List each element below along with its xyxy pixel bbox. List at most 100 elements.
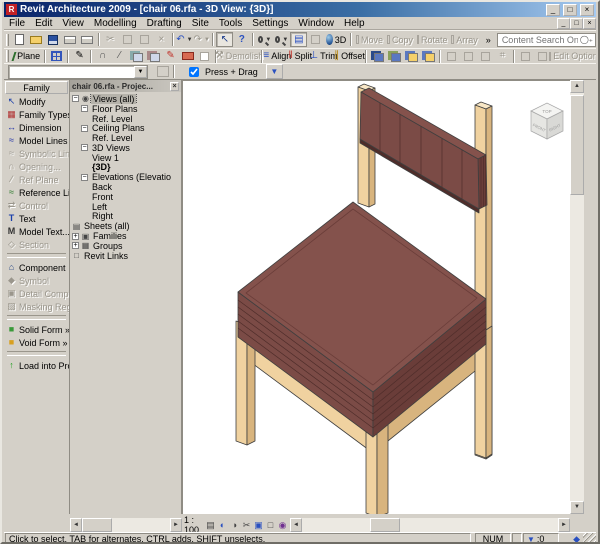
tree-item-families[interactable]: + ▣ Families (72, 231, 181, 241)
scroll-up-icon[interactable]: ▲ (570, 80, 584, 93)
linework-button[interactable] (179, 49, 196, 63)
family-item-modify[interactable]: ↖ Modify (4, 95, 69, 108)
collapse-icon[interactable]: − (81, 124, 88, 132)
family-item-family-types[interactable]: ▦Family Types... (4, 108, 69, 121)
tree-item-ref-level[interactable]: Ref. Level (90, 133, 181, 143)
offset-button[interactable]: ∥ Offset (334, 49, 365, 63)
work-plane-button[interactable]: Plane (11, 49, 42, 63)
grid-button[interactable] (48, 49, 65, 63)
tree-item-left[interactable]: Left (90, 202, 181, 212)
maximize-button[interactable]: □ (563, 3, 577, 16)
vertical-scroll-thumb[interactable] (570, 95, 584, 195)
tree-item-groups[interactable]: + ▦ Groups (72, 241, 181, 251)
align-button[interactable]: ≡ Align (263, 49, 291, 63)
family-item-void-form[interactable]: ■ Void Form » (4, 336, 69, 349)
cut-geometry-button[interactable] (128, 49, 145, 63)
tree-item-front[interactable]: Front (90, 192, 181, 202)
type-selector[interactable]: ▼ (8, 64, 148, 79)
scroll-down-icon[interactable]: ▼ (570, 501, 584, 514)
detail-level-icon[interactable]: ▤ (205, 519, 216, 531)
menu-modelling[interactable]: Modelling (89, 17, 142, 30)
crop-region-icon[interactable]: ✂ (241, 519, 252, 531)
family-item-component[interactable]: ⌂ Component (4, 261, 69, 274)
doc-restore-button[interactable]: □ (570, 17, 583, 29)
browser-scroll-thumb[interactable] (82, 518, 112, 532)
doc-close-button[interactable]: × (583, 17, 596, 29)
menu-drafting[interactable]: Drafting (142, 17, 187, 30)
tree-item-right[interactable]: Right (90, 212, 181, 222)
help-button[interactable]: ? (233, 32, 250, 47)
new-button[interactable] (11, 32, 28, 47)
tree-item-3d[interactable]: {3D} (90, 163, 181, 173)
group-load-button[interactable] (403, 49, 420, 63)
tree-item-back[interactable]: Back (90, 182, 181, 192)
collapse-icon[interactable]: − (81, 144, 88, 152)
show-hidden-button[interactable] (196, 49, 213, 63)
minimize-button[interactable]: _ (546, 3, 560, 16)
edit-group-button[interactable] (386, 49, 403, 63)
vertical-scrollbar[interactable]: ▲ ▼ (570, 80, 584, 514)
print-button[interactable] (62, 32, 79, 47)
trim-button[interactable]: ⊥ Trim (309, 49, 337, 63)
print-preview-button[interactable] (79, 32, 96, 47)
zoom-button[interactable]: ▼ (273, 32, 290, 47)
modify-toggle-button[interactable]: ↖ (216, 32, 234, 47)
family-item-reference-line[interactable]: ≈ Reference Line (4, 186, 69, 199)
project-browser-toggle[interactable]: ▤ (290, 32, 308, 47)
split-button[interactable]: ‖ Split (289, 49, 313, 63)
press-drag-checkbox[interactable] (189, 66, 199, 77)
menu-file[interactable]: File (4, 17, 30, 30)
tree-item-ceiling-plans[interactable]: − Ceiling Plans (81, 123, 181, 133)
scroll-left-icon[interactable]: ◄ (70, 518, 82, 532)
selection-filter[interactable]: ▼ :0 (523, 533, 559, 542)
close-icon[interactable]: × (170, 81, 179, 91)
worksets-button[interactable] (307, 32, 324, 47)
resize-grip[interactable] (583, 533, 596, 542)
undo-button[interactable]: ↶ ▼ (176, 32, 193, 47)
menu-edit[interactable]: Edit (30, 17, 57, 30)
toolbar-grip[interactable] (6, 33, 9, 46)
menu-view[interactable]: View (57, 17, 89, 30)
family-item-solid-form[interactable]: ■ Solid Form » (4, 323, 69, 336)
collapse-icon[interactable]: − (72, 95, 79, 103)
temporary-hide-icon[interactable]: □ (265, 519, 276, 531)
save-button[interactable] (45, 32, 62, 47)
tree-item-elevations-elevatio[interactable]: − Elevations (Elevatio (81, 172, 181, 182)
viewcube-top-label[interactable]: TOP (542, 109, 551, 114)
family-item-model-text[interactable]: M Model Text... (4, 225, 69, 238)
filter-button[interactable]: ▼ (265, 64, 283, 79)
group-save-button[interactable] (420, 49, 437, 63)
collapse-icon[interactable]: − (81, 105, 88, 113)
scroll-left-icon[interactable]: ◄ (290, 518, 302, 532)
create-group-button[interactable] (369, 49, 386, 63)
zoom-region-button[interactable]: ▼ (256, 32, 273, 47)
menu-window[interactable]: Window (293, 17, 339, 30)
family-item-model-lines[interactable]: ≈ Model Lines (4, 134, 69, 147)
expand-icon[interactable]: + (72, 232, 79, 240)
match-type-button[interactable]: ⁄ (111, 49, 128, 63)
tree-item-ref-level[interactable]: Ref. Level (90, 114, 181, 124)
menu-tools[interactable]: Tools (214, 17, 247, 30)
close-button[interactable]: × (580, 3, 594, 16)
drawing-area[interactable]: TOP FRONT RIGHT (182, 80, 570, 514)
family-panel-header[interactable]: Family (5, 81, 68, 94)
family-item-text[interactable]: T Text (4, 212, 69, 225)
family-item-dimension[interactable]: ↔ Dimension (4, 121, 69, 134)
chevron-down-icon[interactable]: ▼ (134, 65, 147, 78)
family-item-load-into-proje[interactable]: ↑ Load into Proje (4, 359, 69, 372)
sketch-button[interactable]: ✎ (71, 49, 88, 63)
model-graphics-style-icon[interactable]: ◐ (217, 519, 228, 531)
collapse-icon[interactable]: − (81, 173, 88, 181)
editing-requests-icon[interactable]: ◆ (573, 534, 580, 543)
tree-item-sheets-all[interactable]: ▤ Sheets (all) (72, 221, 181, 231)
content-search-input[interactable] (499, 33, 580, 46)
menu-site[interactable]: Site (187, 17, 214, 30)
scroll-right-icon[interactable]: ► (170, 518, 182, 532)
default-3d-view-button[interactable]: 3D (324, 32, 348, 47)
shadows-icon[interactable]: ◑ (229, 519, 240, 531)
tree-item-views-all[interactable]: − ◉ Views (all) (72, 94, 181, 104)
drawing-scroll-thumb[interactable] (370, 518, 400, 532)
tree-item-3d-views[interactable]: −3D Views (81, 143, 181, 153)
doc-minimize-button[interactable]: _ (557, 17, 570, 29)
tree-item-floor-plans[interactable]: − Floor Plans (81, 104, 181, 114)
